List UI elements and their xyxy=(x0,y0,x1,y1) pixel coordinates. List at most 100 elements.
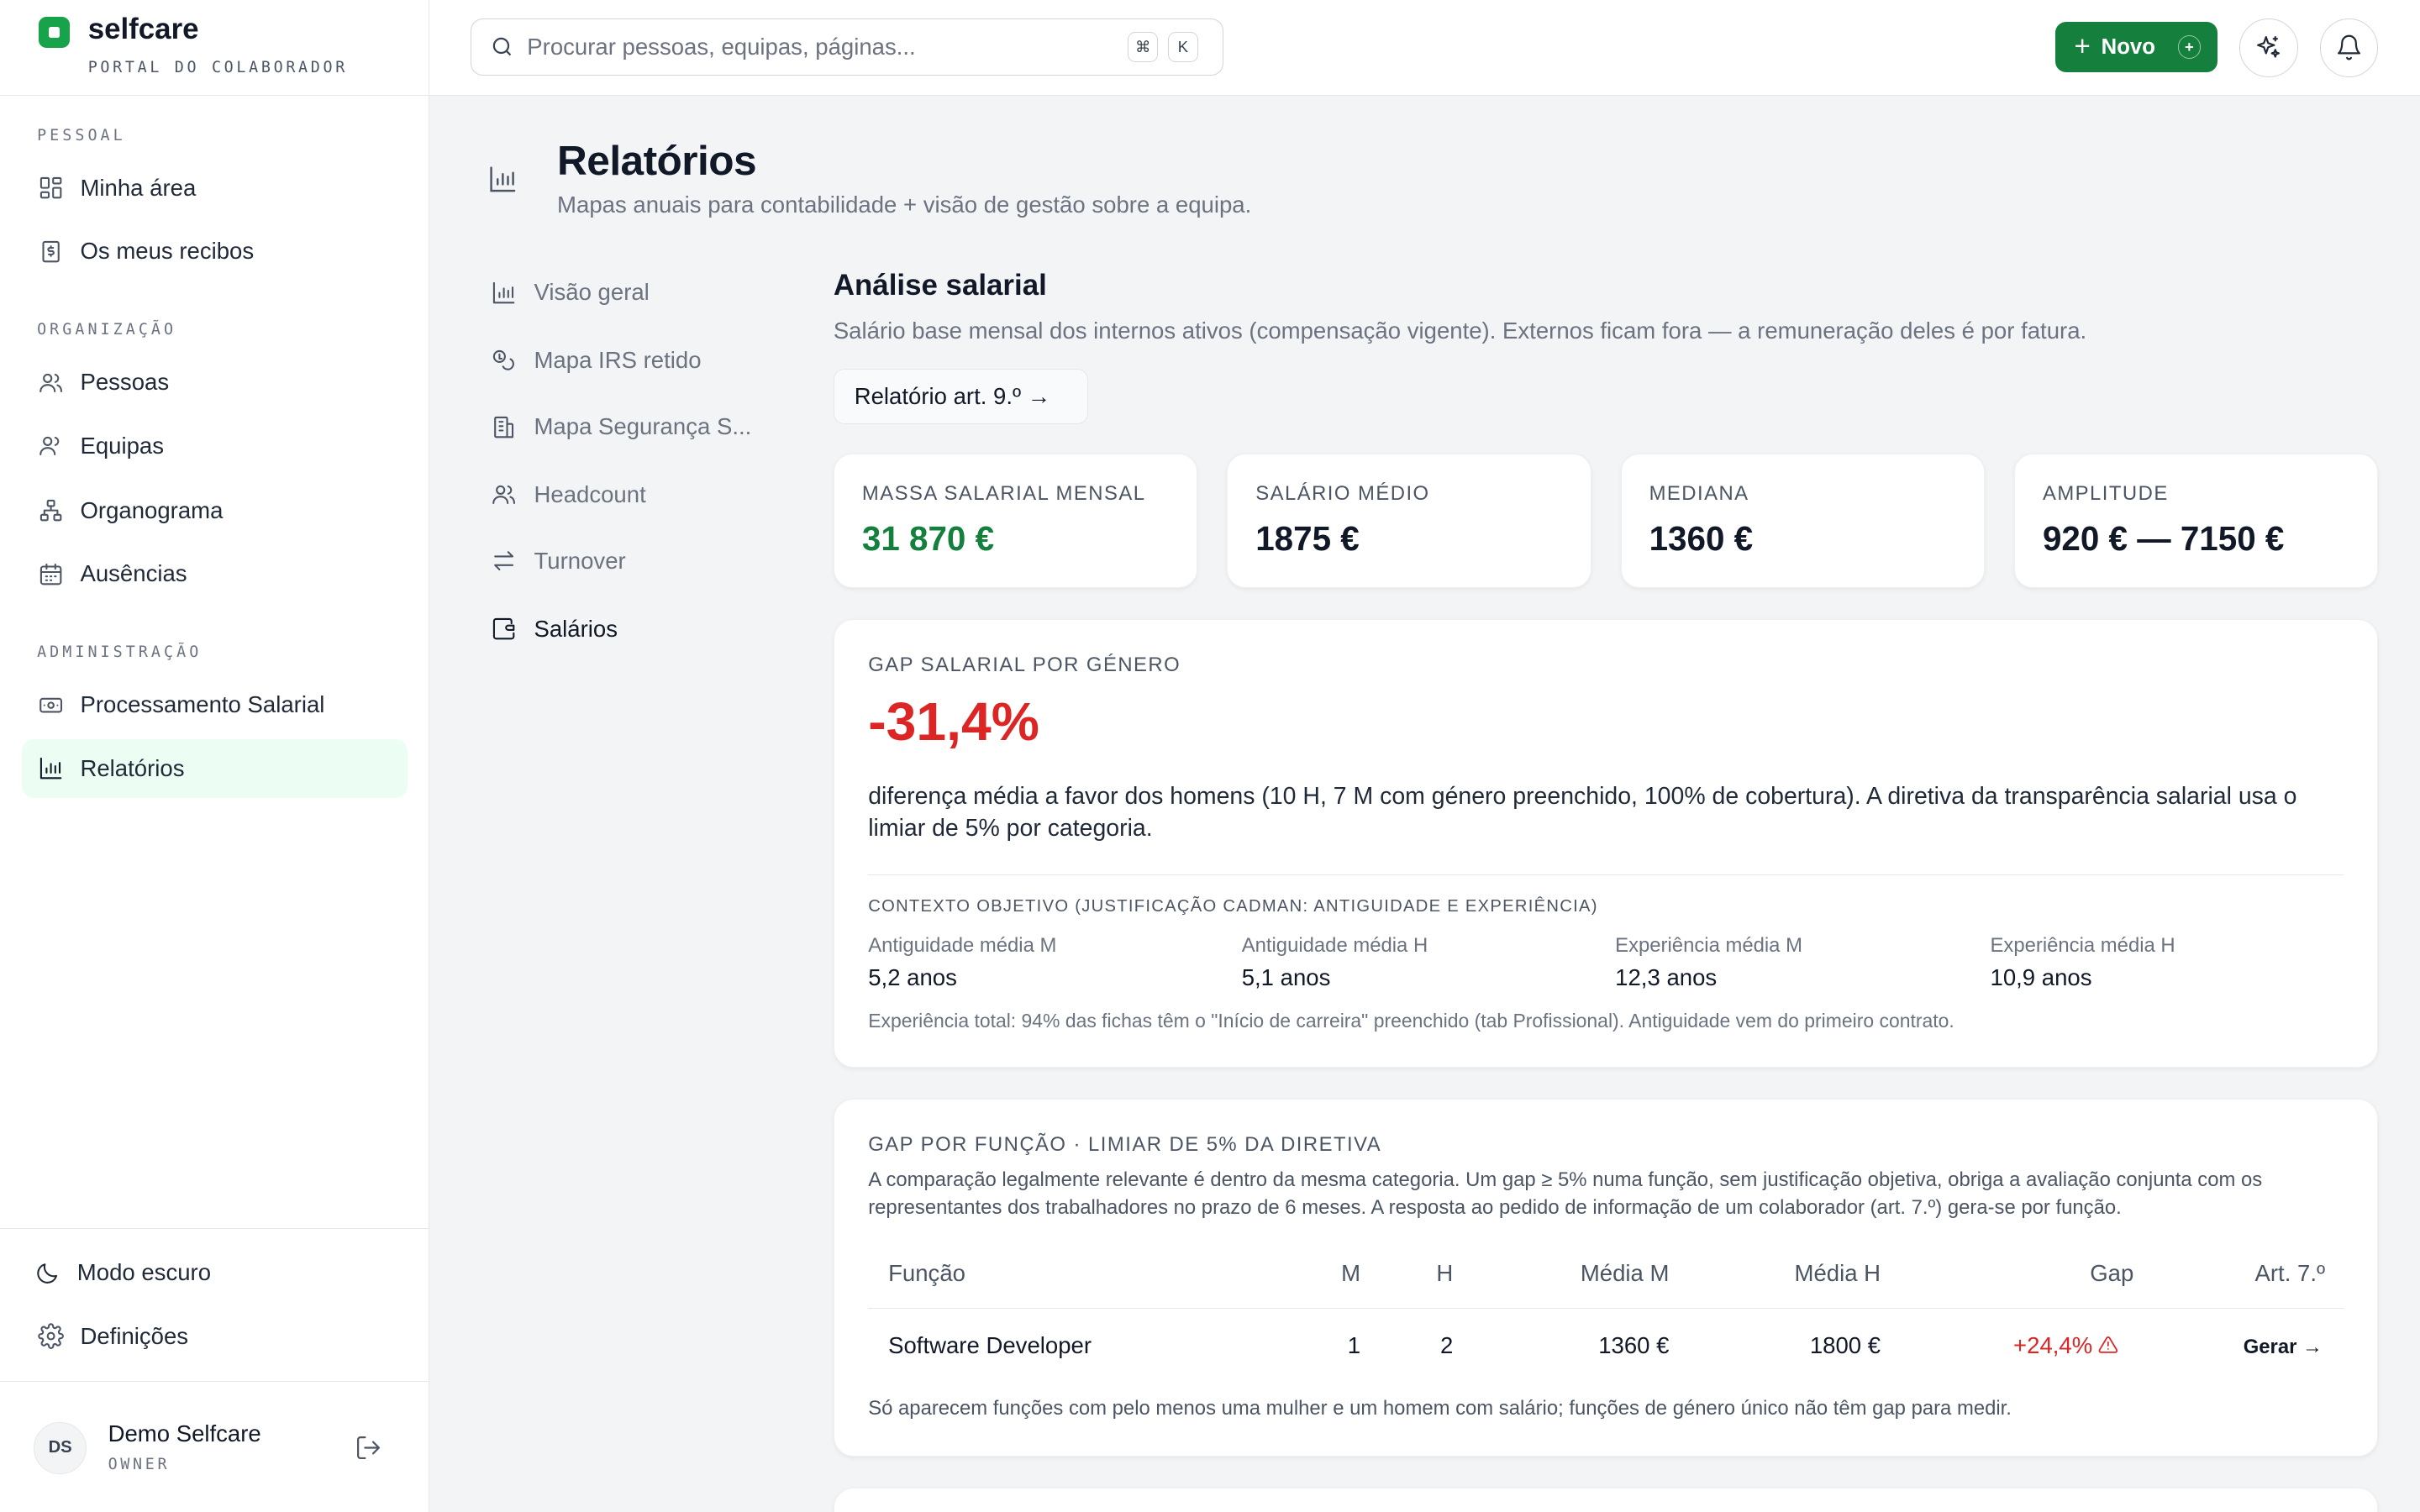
gender-gap-description: diferença média a favor dos homens (10 H… xyxy=(868,782,2297,843)
app-root: selfcare PORTAL DO COLABORADOR PESSOAL M… xyxy=(0,0,2420,1512)
column-header-gap: Gap xyxy=(2090,1259,2134,1286)
calendar-icon xyxy=(37,560,65,588)
context-key: Antiguidade média H xyxy=(1241,934,1428,958)
bar-chart-icon xyxy=(37,754,65,782)
sidebar-item-label: Pessoas xyxy=(80,369,170,396)
stat-card-salario-medio: SALÁRIO MÉDIO 1875 € xyxy=(1227,453,1591,588)
column-header-funcao: Função xyxy=(888,1259,965,1286)
sidebar-item-label: Equipas xyxy=(80,432,165,459)
settings-link[interactable]: Definições xyxy=(22,1307,408,1366)
card-label: GAP POR FUNÇÃO · LIMIAR DE 5% DA DIRETIV… xyxy=(868,1133,1382,1157)
cell-h: 2 xyxy=(1439,1332,1454,1359)
logout-icon[interactable] xyxy=(355,1434,386,1465)
people-icon xyxy=(37,369,65,396)
tab-mapa-irs[interactable]: Mapa IRS retido xyxy=(491,347,702,374)
section-organizacao: ORGANIZAÇÃO xyxy=(37,321,177,339)
receipt-icon xyxy=(37,238,65,265)
stat-label: MASSA SALARIAL MENSAL xyxy=(861,482,1146,506)
tab-label: Headcount xyxy=(534,481,646,508)
sidebar-item-label: Os meus recibos xyxy=(80,238,255,265)
stat-value: 31 870 € xyxy=(861,519,995,559)
context-value: 12,3 anos xyxy=(1615,963,1718,990)
context-experiencia-m: Experiência média M 12,3 anos xyxy=(1615,934,1802,990)
sidebar-item-ausencias[interactable]: Ausências xyxy=(22,544,408,603)
card-label: GAP SALARIAL POR GÉNERO xyxy=(868,653,1181,676)
table-header-divider xyxy=(868,1307,2344,1309)
stat-value: 1875 € xyxy=(1255,519,1360,559)
column-header-m: M xyxy=(1341,1259,1361,1286)
stat-value: 920 € — 7150 € xyxy=(2042,519,2285,559)
user-profile[interactable]: DS Demo Selfcare OWNER xyxy=(0,1380,429,1512)
generate-art7-button[interactable]: Gerar → xyxy=(2244,1336,2323,1359)
stat-card-massa-salarial: MASSA SALARIAL MENSAL 31 870 € xyxy=(833,453,1198,588)
building-icon xyxy=(494,416,514,438)
function-gap-note: Só aparecem funções com pelo menos uma m… xyxy=(868,1397,2012,1420)
function-gap-description: A comparação legalmente relevante é dent… xyxy=(868,1168,2263,1219)
ai-assistant-button[interactable] xyxy=(2239,18,2298,77)
sidebar-item-label: Processamento Salarial xyxy=(80,691,325,718)
context-value: 5,1 anos xyxy=(1241,963,1331,990)
context-experiencia-h: Experiência média H 10,9 anos xyxy=(1991,934,2175,990)
gender-gap-value: -31,4% xyxy=(868,691,1039,752)
section-subtitle: Salário base mensal dos internos ativos … xyxy=(833,318,2087,344)
user-name: Demo Selfcare xyxy=(108,1420,261,1446)
people-icon xyxy=(492,486,516,505)
page-subtitle: Mapas anuais para contabilidade + visão … xyxy=(557,191,1252,218)
cell-media-m: 1360 € xyxy=(1598,1332,1670,1359)
section-title: Análise salarial xyxy=(833,268,1047,302)
context-label: CONTEXTO OBJETIVO (JUSTIFICAÇÃO CADMAN: … xyxy=(868,897,1598,916)
sidebar-item-processamento-salarial[interactable]: Processamento Salarial xyxy=(22,675,408,734)
function-gap-card: GAP POR FUNÇÃO · LIMIAR DE 5% DA DIRETIV… xyxy=(833,1098,2379,1457)
command-key-hint: ⌘ xyxy=(1127,31,1159,63)
bell-icon xyxy=(2337,35,2360,60)
search-icon xyxy=(492,38,512,56)
gap-value: +24,4% xyxy=(2013,1332,2093,1359)
tab-turnover[interactable]: Turnover xyxy=(491,548,626,575)
context-value: 5,2 anos xyxy=(868,963,957,990)
sidebar-footer-divider xyxy=(0,1228,429,1229)
sidebar-item-relatorios[interactable]: Relatórios xyxy=(21,738,408,798)
avatar: DS xyxy=(34,1421,87,1475)
stat-value: 1360 € xyxy=(1649,519,1754,559)
sidebar-item-label: Organograma xyxy=(80,496,224,523)
brand[interactable]: selfcare PORTAL DO COLABORADOR xyxy=(0,0,429,96)
selfcare-logo-icon xyxy=(38,17,70,48)
bar-chart-icon xyxy=(492,281,515,304)
dark-mode-toggle[interactable]: Modo escuro xyxy=(18,1243,404,1302)
gear-icon xyxy=(37,1322,65,1350)
sidebar-item-equipas[interactable]: Equipas xyxy=(22,417,408,475)
sidebar-item-recibos[interactable]: Os meus recibos xyxy=(22,222,408,281)
sidebar-item-pessoas[interactable]: Pessoas xyxy=(22,354,408,412)
tab-label: Salários xyxy=(534,615,618,642)
sidebar-item-label: Relatórios xyxy=(80,754,185,781)
wallet-icon xyxy=(492,618,515,640)
context-key: Experiência média H xyxy=(1990,934,2175,958)
search-placeholder: Procurar pessoas, equipas, páginas... xyxy=(527,34,916,60)
bar-chart-icon xyxy=(487,164,518,202)
sidebar-item-organograma[interactable]: Organograma xyxy=(22,481,408,540)
tab-salarios[interactable]: Salários xyxy=(491,616,618,643)
context-antiguidade-h: Antiguidade média H 5,1 anos xyxy=(1242,934,1428,990)
search-input[interactable]: Procurar pessoas, equipas, páginas... ⌘ … xyxy=(471,18,1224,76)
tab-label: Mapa IRS retido xyxy=(534,347,702,374)
new-button-label: Novo xyxy=(2101,34,2155,59)
moon-icon xyxy=(34,1259,61,1287)
stat-card-amplitude: AMPLITUDE 920 € — 7150 € xyxy=(2013,453,2379,588)
settings-label: Definições xyxy=(80,1322,189,1349)
notifications-button[interactable] xyxy=(2319,18,2379,77)
coins-icon xyxy=(492,349,514,370)
context-key: Antiguidade média M xyxy=(868,934,1057,958)
cell-m: 1 xyxy=(1347,1332,1361,1359)
page-title: Relatórios xyxy=(557,136,756,184)
context-antiguidade-m: Antiguidade média M 5,2 anos xyxy=(868,934,1056,990)
brand-subtitle: PORTAL DO COLABORADOR xyxy=(87,58,348,76)
new-button[interactable]: + Novo + xyxy=(2055,21,2218,73)
tab-mapa-seguranca-social[interactable]: Mapa Segurança S... xyxy=(491,413,751,440)
art9-report-button[interactable]: Relatório art. 9.º → xyxy=(833,368,1088,425)
gender-gap-card: GAP SALARIAL POR GÉNERO -31,4% diferença… xyxy=(833,618,2379,1068)
tab-headcount[interactable]: Headcount xyxy=(491,481,646,508)
sidebar: selfcare PORTAL DO COLABORADOR PESSOAL M… xyxy=(0,0,429,1512)
tab-visao-geral[interactable]: Visão geral xyxy=(491,279,650,306)
sidebar-item-minha-area[interactable]: Minha área xyxy=(22,159,408,218)
section-pessoal: PESSOAL xyxy=(37,126,126,144)
